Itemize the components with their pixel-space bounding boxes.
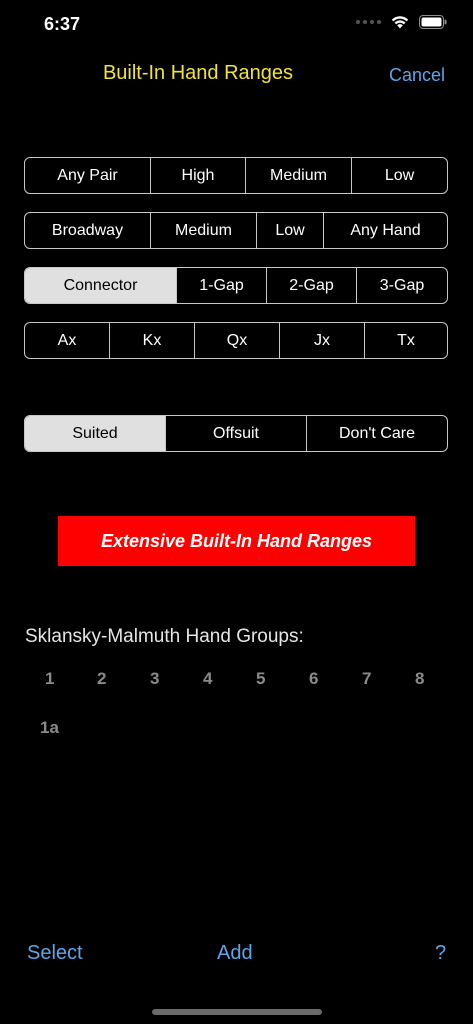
hand-group-7[interactable]: 7 (362, 669, 371, 689)
page-title: Built-In Hand Ranges (102, 62, 294, 84)
status-time: 6:37 (44, 14, 81, 34)
segment-dont-care[interactable]: Don't Care (307, 416, 447, 451)
segment-ax[interactable]: Ax (25, 323, 110, 358)
segment-qx[interactable]: Qx (195, 323, 280, 358)
segment-jx[interactable]: Jx (280, 323, 365, 358)
home-indicator (152, 1009, 322, 1015)
pairs-segmented-control: Any Pair High Medium Low (24, 157, 448, 194)
status-bar: 6:37 (0, 0, 473, 50)
segment-any-pair[interactable]: Any Pair (25, 158, 151, 193)
hand-group-1[interactable]: 1 (45, 669, 54, 689)
segment-kx[interactable]: Kx (110, 323, 195, 358)
hand-groups-row-2: 1a (0, 718, 473, 742)
extensive-ranges-banner-button[interactable]: Extensive Built-In Hand Ranges (58, 516, 415, 566)
segment-pair-low[interactable]: Low (352, 158, 447, 193)
segment-2-gap[interactable]: 2-Gap (267, 268, 357, 303)
hand-group-1a[interactable]: 1a (40, 718, 59, 738)
cellular-signal-icon (356, 20, 381, 24)
segment-offsuit[interactable]: Offsuit (166, 416, 307, 451)
hand-group-5[interactable]: 5 (256, 669, 265, 689)
gap-segmented-control: Connector 1-Gap 2-Gap 3-Gap (24, 267, 448, 304)
status-icons (356, 15, 447, 29)
add-button[interactable]: Add (217, 942, 253, 965)
broadway-segmented-control: Broadway Medium Low Any Hand (24, 212, 448, 249)
segment-broadway[interactable]: Broadway (25, 213, 151, 248)
segment-any-hand[interactable]: Any Hand (324, 213, 447, 248)
segment-pair-high[interactable]: High (151, 158, 246, 193)
segment-broadway-medium[interactable]: Medium (151, 213, 257, 248)
suit-segmented-control: Suited Offsuit Don't Care (24, 415, 448, 452)
segment-tx[interactable]: Tx (365, 323, 447, 358)
help-button[interactable]: ? (435, 942, 446, 965)
hand-groups-row: 1 2 3 4 5 6 7 8 (0, 669, 473, 693)
cancel-button[interactable]: Cancel (389, 65, 445, 86)
segment-1-gap[interactable]: 1-Gap (177, 268, 267, 303)
segment-broadway-low[interactable]: Low (257, 213, 324, 248)
hand-group-8[interactable]: 8 (415, 669, 424, 689)
hand-group-4[interactable]: 4 (203, 669, 212, 689)
wifi-icon (391, 16, 409, 29)
battery-icon (419, 15, 447, 29)
hand-groups-title: Sklansky-Malmuth Hand Groups: (25, 626, 304, 647)
hand-group-2[interactable]: 2 (97, 669, 106, 689)
segment-connector[interactable]: Connector (25, 268, 177, 303)
hand-group-3[interactable]: 3 (150, 669, 159, 689)
select-button[interactable]: Select (27, 942, 83, 965)
segment-3-gap[interactable]: 3-Gap (357, 268, 447, 303)
segment-pair-medium[interactable]: Medium (246, 158, 352, 193)
hand-group-6[interactable]: 6 (309, 669, 318, 689)
segment-suited[interactable]: Suited (25, 416, 166, 451)
high-card-segmented-control: Ax Kx Qx Jx Tx (24, 322, 448, 359)
